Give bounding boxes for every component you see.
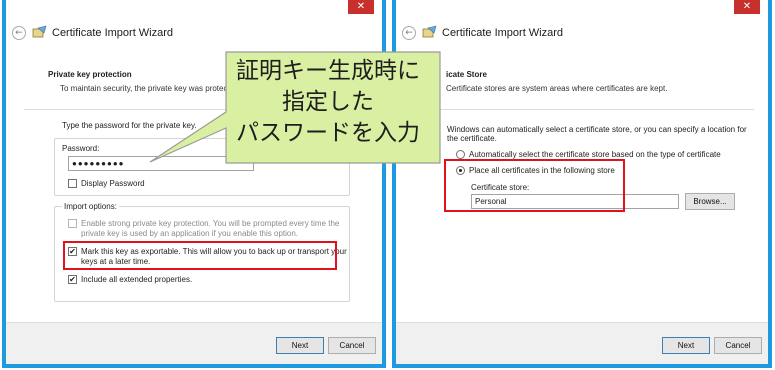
callout-line-1: 証明キー生成時に <box>236 58 420 84</box>
callout-line-2: 指定した <box>282 89 374 115</box>
annotation-callout: 証明キー生成時に 指定した パスワードを入力 <box>220 56 436 149</box>
callout-line-3: パスワードを入力 <box>236 120 420 146</box>
